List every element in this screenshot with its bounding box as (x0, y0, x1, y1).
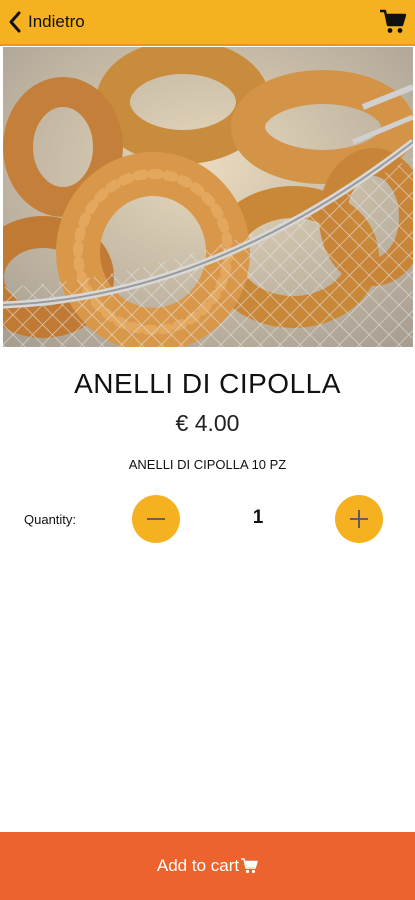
decrement-quantity-button[interactable] (132, 495, 180, 543)
cart-icon (240, 857, 258, 875)
back-label: Indietro (28, 12, 85, 31)
increment-quantity-button[interactable] (335, 495, 383, 543)
chevron-left-icon (9, 11, 21, 33)
cart-icon (380, 9, 407, 33)
quantity-label: Quantity: (24, 512, 77, 527)
quantity-value: 1 (252, 507, 264, 528)
product-image (3, 47, 413, 347)
product-price: € 4.00 (175, 410, 240, 436)
top-bar: Indietro (0, 0, 415, 46)
back-button[interactable]: Indietro (6, 7, 85, 37)
plus-icon (350, 510, 368, 528)
product-title: ANELLI DI CIPOLLA (74, 368, 341, 399)
add-to-cart-label: Add to cart (156, 856, 240, 875)
minus-icon (147, 518, 165, 520)
cart-button[interactable] (379, 8, 407, 36)
product-description: ANELLI DI CIPOLLA 10 PZ (128, 457, 287, 472)
add-to-cart-button[interactable]: Add to cart (0, 832, 415, 900)
